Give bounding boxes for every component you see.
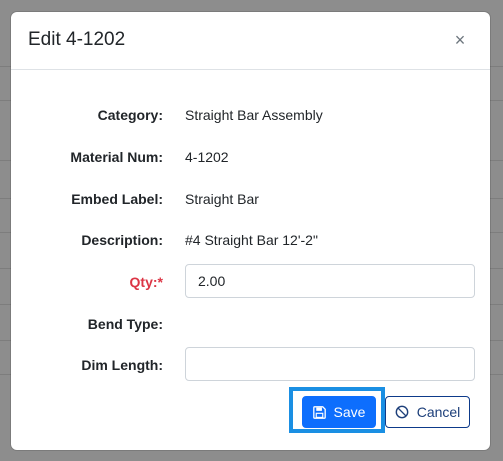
cancel-button-label: Cancel [416, 404, 461, 420]
save-button-label: Save [333, 404, 366, 420]
qty-label-text: Qty: [129, 274, 158, 290]
bend-type-label: Bend Type: [87, 316, 163, 332]
save-button[interactable]: Save [302, 396, 376, 428]
embed-label-value: Straight Bar [185, 191, 259, 207]
ban-icon [395, 405, 409, 419]
material-num-label: Material Num: [70, 149, 163, 165]
description-label: Description: [81, 232, 163, 248]
close-button[interactable]: × [448, 28, 472, 52]
cancel-button[interactable]: Cancel [385, 396, 470, 428]
dim-length-label: Dim Length: [81, 357, 163, 373]
qty-label: Qty:* [130, 274, 163, 290]
dialog-header: Edit 4-1202 × [11, 12, 490, 70]
close-icon: × [454, 30, 466, 50]
floppy-disk-icon [312, 405, 326, 419]
edit-dialog: Edit 4-1202 × Category: Straight Bar Ass… [11, 12, 490, 450]
category-label: Category: [97, 107, 163, 123]
dim-length-input[interactable] [185, 347, 475, 381]
dialog-title: Edit 4-1202 [28, 29, 126, 50]
embed-label-label: Embed Label: [71, 191, 163, 207]
required-marker: * [157, 274, 163, 290]
qty-input[interactable] [185, 264, 475, 298]
description-value: #4 Straight Bar 12'-2" [185, 232, 318, 248]
material-num-value: 4-1202 [185, 149, 229, 165]
category-value: Straight Bar Assembly [185, 107, 323, 123]
